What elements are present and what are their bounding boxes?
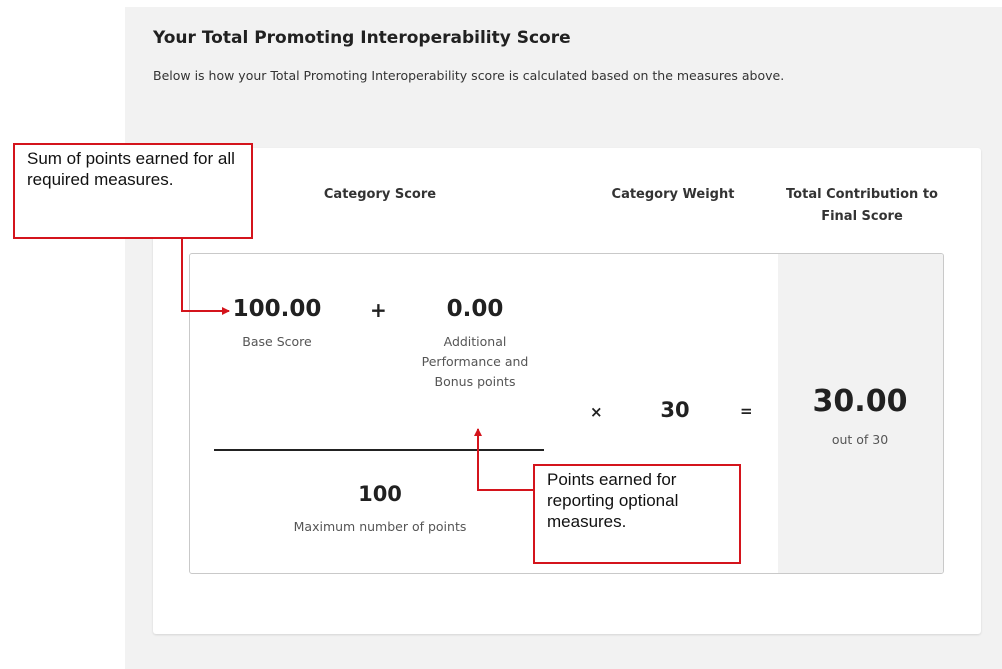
optional-note-arrow [474,428,533,491]
base-note-arrow [181,238,230,315]
optional-points-callout: Points earned for reporting optional mea… [533,464,741,564]
annotation-arrows [181,238,533,491]
base-score-callout: Sum of points earned for all required me… [13,143,253,239]
